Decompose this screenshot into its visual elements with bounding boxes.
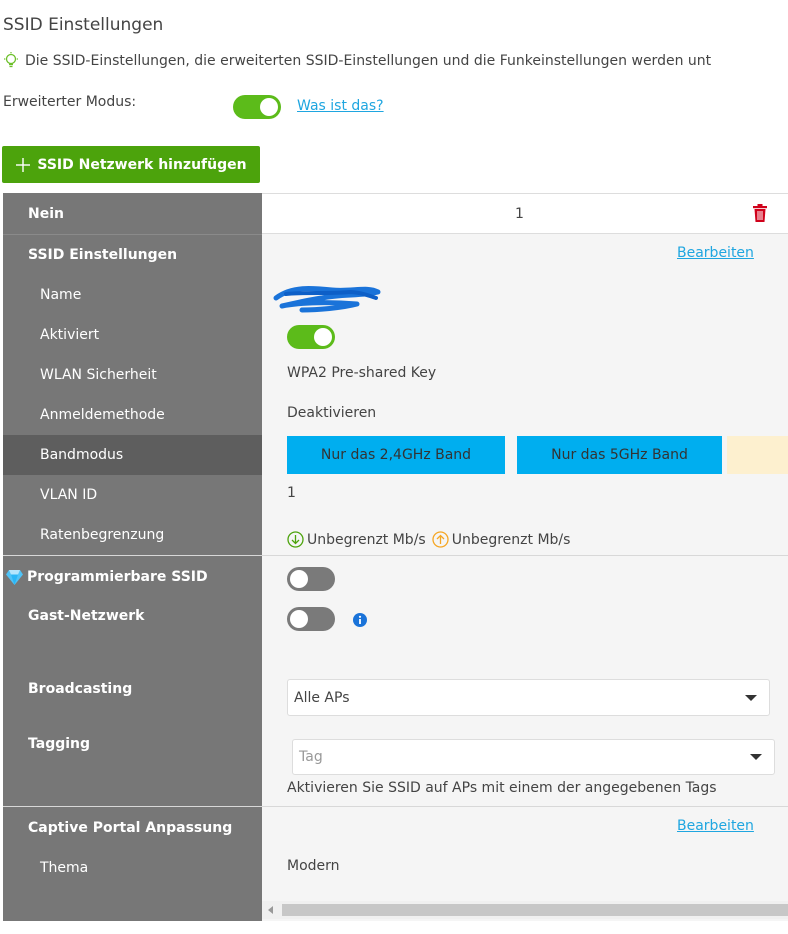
info-text: Die SSID-Einstellungen, die erweiterten … <box>25 53 712 69</box>
name-label: Name <box>40 287 82 303</box>
download-icon <box>287 531 304 548</box>
login-method-value: Deaktivieren <box>287 405 377 421</box>
captive-portal-label: Captive Portal Anpassung <box>28 820 233 836</box>
broadcasting-label: Broadcasting <box>28 681 133 697</box>
rate-limit-values: Unbegrenzt Mb/s Unbegrenzt Mb/s <box>287 531 570 548</box>
rate-limit-label: Ratenbegrenzung <box>40 527 165 543</box>
theme-label: Thema <box>40 860 89 876</box>
chevron-down-icon <box>750 754 762 760</box>
lightbulb-icon <box>3 52 19 70</box>
info-message: Die SSID-Einstellungen, die erweiterten … <box>3 52 711 70</box>
scroll-left-icon[interactable] <box>268 906 273 914</box>
info-icon[interactable] <box>353 612 367 631</box>
broadcasting-select[interactable]: Alle APs <box>287 679 770 716</box>
upload-rate: Unbegrenzt Mb/s <box>451 531 571 548</box>
diamond-icon <box>6 569 23 585</box>
theme-value: Modern <box>287 858 340 874</box>
chevron-down-icon <box>745 694 757 701</box>
upload-icon <box>432 531 449 548</box>
broadcasting-value: Alle APs <box>294 689 350 706</box>
vlan-id-value: 1 <box>287 485 296 501</box>
nein-row <box>262 193 788 234</box>
page-title: SSID Einstellungen <box>3 15 164 35</box>
ssid-edit-link[interactable]: Bearbeiten <box>677 245 754 261</box>
help-link[interactable]: Was ist das? <box>297 98 384 114</box>
programmable-ssid-label: Programmierbare SSID <box>27 569 208 585</box>
ssid-activated-toggle[interactable] <box>287 325 335 349</box>
guest-network-label: Gast-Netzwerk <box>28 608 145 624</box>
guest-network-toggle[interactable] <box>287 607 335 631</box>
tag-placeholder: Tag <box>299 749 323 765</box>
band-option-partial[interactable] <box>727 436 788 474</box>
nein-label: Nein <box>28 206 64 222</box>
nein-value: 1 <box>515 206 524 222</box>
band-24ghz-button[interactable]: Nur das 2,4GHz Band <box>287 436 505 474</box>
scrollbar-thumb[interactable] <box>282 904 788 916</box>
tagging-hint: Aktivieren Sie SSID auf APs mit einem de… <box>287 780 717 796</box>
redacted-ssid-name <box>272 280 384 320</box>
captive-edit-link[interactable]: Bearbeiten <box>677 818 754 834</box>
vlan-id-label: VLAN ID <box>40 487 98 503</box>
advanced-mode-label: Erweiterter Modus: <box>3 94 137 110</box>
activated-label: Aktiviert <box>40 327 100 343</box>
trash-icon[interactable] <box>752 204 768 226</box>
programmable-ssid-toggle[interactable] <box>287 567 335 591</box>
horizontal-scrollbar[interactable] <box>262 901 788 919</box>
ssid-settings-label: SSID Einstellungen <box>28 247 178 263</box>
advanced-mode-toggle[interactable] <box>233 95 281 119</box>
divider <box>3 555 788 556</box>
security-label: WLAN Sicherheit <box>40 367 157 383</box>
security-value: WPA2 Pre-shared Key <box>287 365 437 381</box>
programmable-ssid-row: Programmierbare SSID <box>6 569 208 585</box>
band-5ghz-button[interactable]: Nur das 5GHz Band <box>517 436 722 474</box>
divider <box>3 234 262 235</box>
tagging-label: Tagging <box>28 736 91 752</box>
tag-select[interactable]: Tag <box>292 739 775 775</box>
plus-icon <box>15 157 31 173</box>
band-mode-label: Bandmodus <box>40 447 124 463</box>
divider <box>3 806 788 807</box>
login-method-label: Anmeldemethode <box>40 407 165 423</box>
add-ssid-label: SSID Netzwerk hinzufügen <box>37 156 247 173</box>
add-ssid-button[interactable]: SSID Netzwerk hinzufügen <box>2 146 260 183</box>
download-rate: Unbegrenzt Mb/s <box>307 531 426 548</box>
